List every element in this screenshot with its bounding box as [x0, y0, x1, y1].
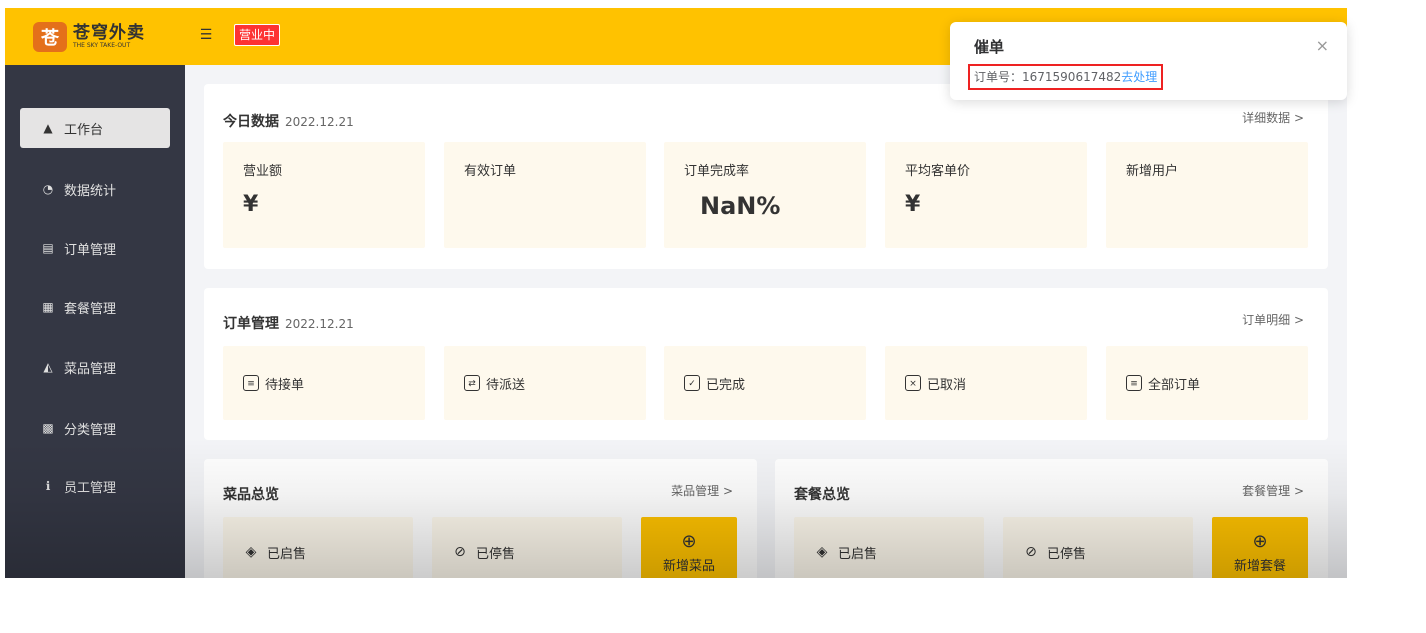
- add-dish-label: 新增菜品: [662, 559, 715, 574]
- add-setmeal-label: 新增套餐: [1233, 559, 1286, 574]
- reminder-notification: 催单 × 订单号：1671590617482去处理: [950, 22, 1347, 100]
- tile-value: ¥: [243, 192, 259, 217]
- cancelled-order-icon: ×: [905, 375, 921, 391]
- setmeal-on-sale-tile: ◈ 已启售: [794, 517, 984, 578]
- menu-fold-icon[interactable]: ☰: [197, 26, 215, 44]
- today-data-date: 2022.12.21: [285, 115, 354, 129]
- logo-subtitle: THE SKY TAKE-OUT: [73, 42, 131, 49]
- order-management-date: 2022.12.21: [285, 317, 354, 331]
- tag-icon: ◈: [245, 544, 257, 560]
- home-icon: ▲: [43, 121, 53, 135]
- cancelled-tile[interactable]: × 已取消: [885, 346, 1087, 420]
- dish-on-sale-tile: ◈ 已启售: [223, 517, 413, 578]
- order-management-card: 订单管理 2022.12.21 订单明细 > ≡ 待接单 ⇄ 待派送 ✓ 已完成 …: [204, 288, 1328, 440]
- add-setmeal-button[interactable]: ⊕ 新增套餐: [1212, 517, 1308, 578]
- handle-order-link[interactable]: 去处理: [1121, 70, 1157, 84]
- sidebar-item-statistics[interactable]: ◔ 数据统计: [20, 169, 170, 209]
- sidebar-item-label: 员工管理: [64, 480, 117, 496]
- order-management-title: 订单管理: [223, 316, 279, 332]
- completed-order-icon: ✓: [684, 375, 700, 391]
- sidebar-item-setmeals[interactable]: ▦ 套餐管理: [20, 287, 170, 327]
- dish-off-sale-tile: ⊘ 已停售: [432, 517, 622, 578]
- delivery-icon: ⇄: [464, 375, 480, 391]
- tag-icon: ◈: [816, 544, 828, 560]
- sidebar-item-dishes[interactable]: ◭ 菜品管理: [20, 347, 170, 387]
- tile-label: 已完成: [706, 377, 746, 393]
- tile-label: 待派送: [486, 377, 526, 393]
- tile-label: 有效订单: [464, 164, 517, 179]
- sidebar-item-label: 工作台: [64, 122, 104, 138]
- detail-data-link[interactable]: 详细数据 >: [1242, 109, 1304, 126]
- today-data-title: 今日数据: [223, 114, 279, 130]
- tile-label: 已停售: [1047, 546, 1087, 562]
- completed-tile[interactable]: ✓ 已完成: [664, 346, 866, 420]
- add-dish-button[interactable]: ⊕ 新增菜品: [641, 517, 737, 578]
- logo-title: 苍穹外卖: [73, 23, 145, 43]
- grid-icon: ▩: [42, 421, 54, 435]
- pending-order-icon: ≡: [243, 375, 259, 391]
- sidebar-item-employees[interactable]: ℹ 员工管理: [20, 466, 170, 506]
- setmeal-management-link[interactable]: 套餐管理 >: [1242, 482, 1304, 499]
- dish-management-link[interactable]: 菜品管理 >: [671, 482, 733, 499]
- today-data-card: 今日数据 2022.12.21 详细数据 > 营业额 ¥ 有效订单 订单完成率 N…: [204, 84, 1328, 269]
- notification-title: 催单: [974, 38, 1005, 56]
- status-badge: 营业中: [234, 24, 281, 46]
- setmeal-overview-card: 套餐总览 套餐管理 > ◈ 已启售 ⊘ 已停售 ⊕ 新增套餐: [775, 459, 1328, 578]
- plus-circle-icon: ⊕: [1252, 531, 1268, 552]
- tile-label: 已启售: [267, 546, 307, 562]
- logo: 苍 苍穹外卖 THE SKY TAKE-OUT: [33, 18, 145, 56]
- pending-orders-tile[interactable]: ≡ 待接单: [223, 346, 425, 420]
- clipboard-icon: ▤: [42, 241, 54, 255]
- tile-label: 已启售: [838, 546, 878, 562]
- sidebar-item-workbench[interactable]: ▲ 工作台: [20, 108, 170, 148]
- revenue-tile: 营业额 ¥: [223, 142, 425, 248]
- completion-rate-tile: 订单完成率 NaN%: [664, 142, 866, 248]
- sidebar-item-label: 菜品管理: [64, 361, 117, 377]
- tile-label: 已停售: [476, 546, 516, 562]
- valid-orders-tile: 有效订单: [444, 142, 646, 248]
- tile-label: 全部订单: [1148, 377, 1201, 393]
- new-users-tile: 新增用户: [1106, 142, 1308, 248]
- sidebar-item-categories[interactable]: ▩ 分类管理: [20, 408, 170, 448]
- dish-icon: ◭: [43, 360, 53, 374]
- tile-value: NaN%: [700, 192, 781, 220]
- sidebar-item-orders[interactable]: ▤ 订单管理: [20, 228, 170, 268]
- all-orders-tile[interactable]: ≡ 全部订单: [1106, 346, 1308, 420]
- tile-value: ¥: [905, 192, 921, 217]
- chart-icon: ◔: [42, 182, 54, 196]
- close-icon[interactable]: ×: [1316, 36, 1329, 55]
- order-detail-link[interactable]: 订单明细 >: [1242, 311, 1304, 328]
- avg-price-tile: 平均客单价 ¥: [885, 142, 1087, 248]
- to-deliver-tile[interactable]: ⇄ 待派送: [444, 346, 646, 420]
- all-orders-icon: ≡: [1126, 375, 1142, 391]
- order-number-text: 订单号：1671590617482: [974, 70, 1122, 84]
- sidebar-item-label: 分类管理: [64, 422, 117, 438]
- plus-circle-icon: ⊕: [681, 531, 697, 552]
- tag-off-icon: ⊘: [1025, 544, 1037, 560]
- gift-icon: ▦: [42, 300, 54, 314]
- tag-off-icon: ⊘: [454, 544, 466, 560]
- setmeal-overview-title: 套餐总览: [794, 487, 850, 503]
- sidebar-item-label: 套餐管理: [64, 301, 117, 317]
- notification-message: 订单号：1671590617482去处理: [968, 64, 1164, 90]
- sidebar: ▲ 工作台 ◔ 数据统计 ▤ 订单管理 ▦ 套餐管理 ◭ 菜品管理 ▩ 分类管理…: [5, 65, 185, 578]
- tile-label: 已取消: [927, 377, 967, 393]
- tile-label: 待接单: [265, 377, 305, 393]
- sidebar-item-label: 数据统计: [64, 183, 117, 199]
- dish-overview-card: 菜品总览 菜品管理 > ◈ 已启售 ⊘ 已停售 ⊕ 新增菜品: [204, 459, 757, 578]
- tile-label: 营业额: [243, 164, 283, 179]
- tile-label: 平均客单价: [905, 164, 971, 179]
- dish-overview-title: 菜品总览: [223, 487, 279, 503]
- sidebar-item-label: 订单管理: [64, 242, 117, 258]
- tile-label: 订单完成率: [684, 164, 750, 179]
- info-icon: ℹ: [45, 479, 51, 493]
- setmeal-off-sale-tile: ⊘ 已停售: [1003, 517, 1193, 578]
- tile-label: 新增用户: [1126, 164, 1179, 179]
- logo-mark: 苍: [33, 22, 67, 52]
